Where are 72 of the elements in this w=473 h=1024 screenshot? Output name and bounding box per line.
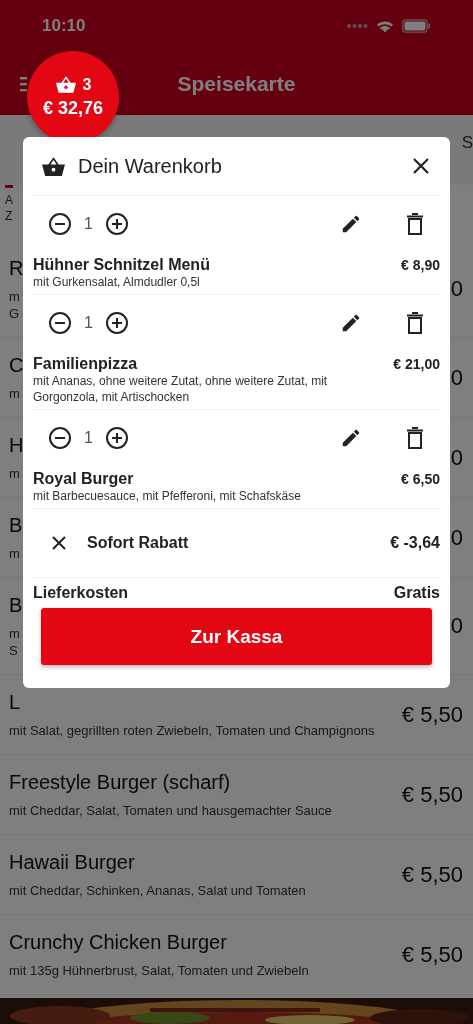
quantity: 1 bbox=[84, 314, 93, 332]
delivery-label: Lieferkosten bbox=[33, 584, 129, 602]
dish-price: 0 bbox=[450, 524, 463, 551]
delivery-cost: Gratis bbox=[393, 584, 440, 602]
item-price: € 6,50 bbox=[401, 471, 440, 487]
item-name: Royal Burger bbox=[33, 470, 134, 488]
signal-icon bbox=[346, 23, 368, 29]
menu-icon[interactable] bbox=[20, 75, 27, 92]
dish-description: mit Cheddar, Salat, Tomaten und hausgemachter Sauce bbox=[9, 802, 332, 819]
dish-name: Crunchy Chicken Burger bbox=[9, 930, 228, 954]
basket-icon bbox=[41, 155, 66, 177]
dish-name: H bbox=[9, 433, 24, 457]
dish-price: € 5,50 bbox=[401, 781, 463, 808]
cart-total: € 32,76 bbox=[42, 98, 104, 119]
minus-icon[interactable] bbox=[48, 212, 72, 236]
dish-price: 0 bbox=[450, 276, 463, 302]
minus-icon[interactable] bbox=[48, 426, 72, 450]
trash-icon[interactable] bbox=[406, 213, 424, 235]
item-count: 3 bbox=[82, 75, 92, 94]
checkout-button[interactable]: Zur Kassa bbox=[41, 608, 432, 665]
dish-description: m bbox=[9, 545, 21, 562]
remove-icon[interactable] bbox=[51, 535, 67, 551]
item-name: Familienpizza bbox=[33, 355, 138, 373]
plus-icon[interactable] bbox=[104, 426, 129, 450]
item-price: € 21,00 bbox=[393, 356, 440, 372]
plus-icon[interactable] bbox=[104, 212, 129, 236]
dish-name: L bbox=[9, 690, 22, 714]
dialog-title: Dein Warenkorb bbox=[78, 154, 223, 178]
quantity: 1 bbox=[84, 215, 93, 233]
dish-name: B bbox=[9, 593, 23, 617]
dish-name: B bbox=[9, 513, 23, 537]
dish-price: € 5,50 bbox=[401, 941, 463, 968]
dish-description: mit Salat, gegrillten roten Zwiebeln, Tomaten und Champignons bbox=[9, 722, 375, 739]
pencil-icon[interactable] bbox=[340, 213, 362, 235]
page-title: Speisekarte bbox=[177, 71, 296, 96]
dish-name: Freestyle Burger (scharf) bbox=[9, 770, 232, 794]
wifi-icon bbox=[376, 19, 394, 33]
quantity: 1 bbox=[84, 429, 93, 447]
category-text: Z bbox=[5, 208, 13, 224]
battery-icon bbox=[402, 19, 431, 33]
dish-name: R bbox=[9, 256, 24, 280]
item-options: mit Gurkensalat, Almdudler 0,5l bbox=[33, 274, 440, 290]
item-price: € 8,90 bbox=[401, 257, 440, 273]
dish-description: m bbox=[9, 465, 21, 482]
minus-icon[interactable] bbox=[48, 311, 72, 335]
trash-icon[interactable] bbox=[406, 312, 424, 334]
dish-description: m S bbox=[9, 625, 21, 659]
item-options: mit Barbecuesauce, mit Pfefferoni, mit Schafskäse bbox=[33, 488, 440, 504]
discount-label: Sofort Rabatt bbox=[87, 534, 190, 552]
item-name: Hühner Schnitzel Menü bbox=[33, 256, 210, 274]
dish-price: € 5,50 bbox=[401, 701, 463, 728]
dish-description: m bbox=[9, 385, 21, 402]
close-icon[interactable] bbox=[412, 157, 430, 175]
dish-description: m G bbox=[9, 288, 21, 322]
dish-price: 0 bbox=[450, 613, 463, 639]
dish-name: C bbox=[9, 353, 24, 377]
dish-price: € 5,50 bbox=[401, 861, 463, 888]
dish-price: 0 bbox=[450, 444, 463, 471]
item-options: mit Ananas, ohne weitere Zutat, ohne weitere Zutat, mit Gorgonzola, mit Artischocken bbox=[33, 373, 440, 405]
pencil-icon[interactable] bbox=[340, 312, 362, 334]
category-text: A bbox=[5, 192, 13, 208]
category-tab[interactable]: S bbox=[461, 133, 473, 157]
plus-icon[interactable] bbox=[104, 311, 129, 335]
trash-icon[interactable] bbox=[406, 427, 424, 449]
basket-icon bbox=[54, 75, 77, 94]
pencil-icon[interactable] bbox=[340, 427, 362, 449]
dish-description: mit 135g Hühnerbrust, Salat, Tomaten und Zwiebeln bbox=[9, 962, 309, 979]
dish-price: 0 bbox=[450, 364, 463, 391]
dish-name: Hawaii Burger bbox=[9, 850, 136, 874]
status-time: 10:10 bbox=[42, 16, 86, 36]
discount-amount: € -3,64 bbox=[390, 534, 440, 552]
dish-description: mit Cheddar, Schinken, Ananas, Salat und Tomaten bbox=[9, 882, 306, 899]
